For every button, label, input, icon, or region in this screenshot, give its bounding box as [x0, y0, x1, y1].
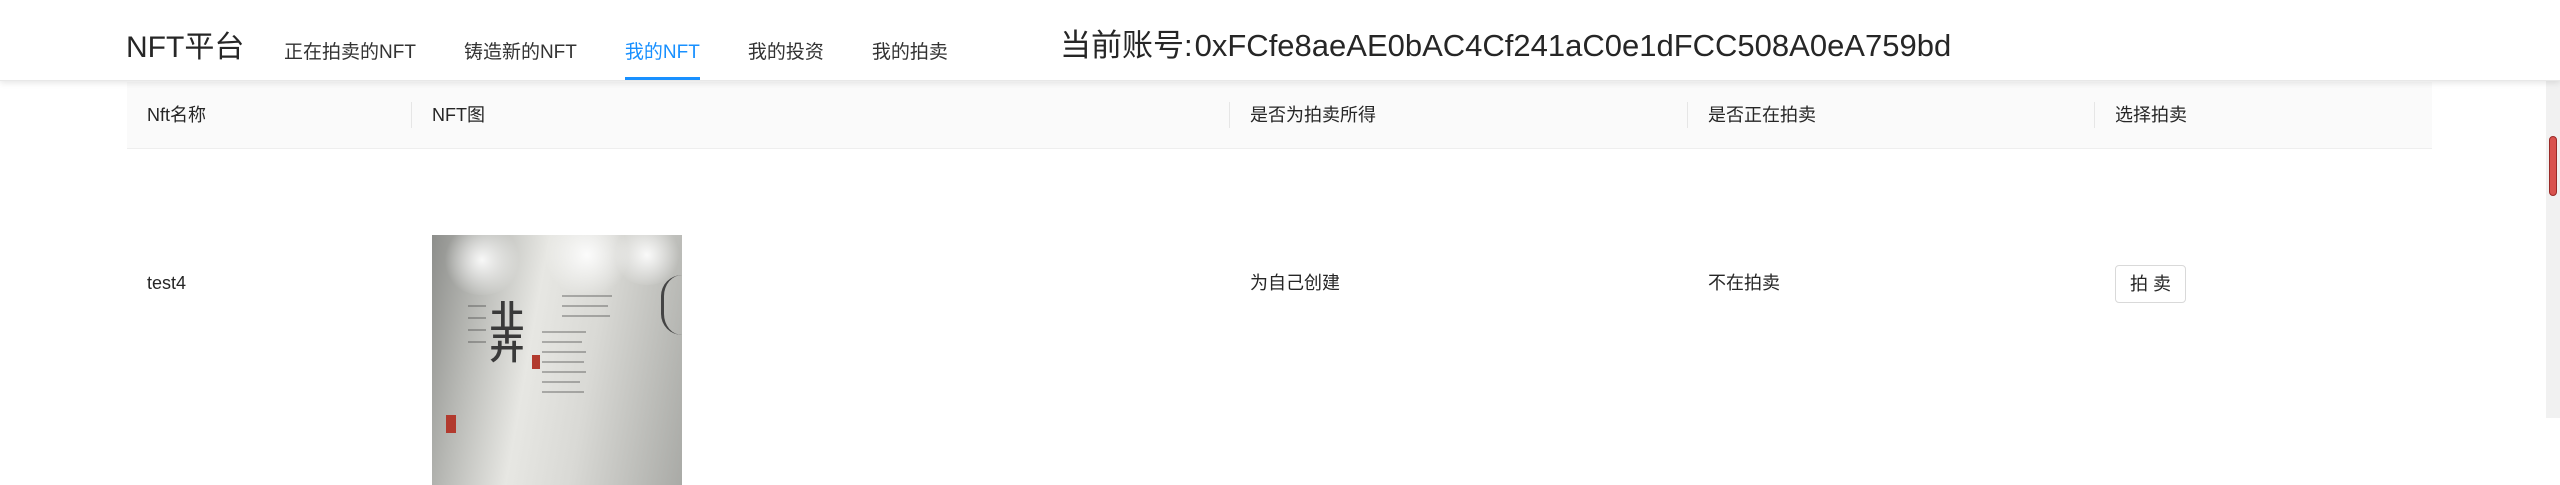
wall-text-line — [562, 295, 612, 297]
main-nav: 正在拍卖的NFT 铸造新的NFT 我的NFT 我的投资 我的拍卖 — [284, 0, 996, 80]
wall-text-line — [542, 361, 584, 363]
app-logo[interactable]: NFT平台 — [126, 22, 244, 66]
column-header-action: 选择拍卖 — [2095, 82, 2432, 148]
table-header: Nft名称 NFT图 是否为拍卖所得 是否正在拍卖 选择拍卖 — [127, 82, 2432, 149]
nft-table: Nft名称 NFT图 是否为拍卖所得 是否正在拍卖 选择拍卖 test4 㐀卉 — [127, 82, 2432, 485]
wall-text-line — [468, 341, 486, 343]
light-spot — [442, 235, 522, 295]
nav-my-nft[interactable]: 我的NFT — [624, 0, 700, 80]
wall-text-line — [542, 351, 586, 353]
nav-mint-nft[interactable]: 铸造新的NFT — [464, 0, 577, 80]
nav-my-auctions[interactable]: 我的拍卖 — [872, 0, 948, 80]
column-header-image: NFT图 — [412, 82, 1230, 148]
column-header-from-auction-label: 是否为拍卖所得 — [1250, 105, 1376, 125]
wall-text-line — [562, 315, 610, 317]
red-sign — [532, 355, 540, 369]
wall-text-line — [468, 317, 486, 319]
wall-edge — [661, 275, 682, 335]
wall-text-line — [542, 381, 580, 383]
wall-text-line — [542, 341, 582, 343]
account-label: 当前账号: — [1060, 28, 1193, 63]
page-scrollbar[interactable] — [2546, 80, 2560, 418]
table-row: test4 㐀卉 为自己创建 不在拍卖 拍 卖 — [127, 149, 2432, 485]
wall-text-line — [542, 371, 586, 373]
from-auction-value: 为自己创建 — [1250, 273, 1340, 293]
current-account: 当前账号:0xFCfe8aeAE0bAC4Cf241aC0e1dFCC508A0… — [1060, 20, 1951, 65]
column-header-name-label: Nft名称 — [147, 105, 207, 125]
wall-text-line — [468, 329, 486, 331]
column-header-from-auction: 是否为拍卖所得 — [1230, 82, 1688, 148]
wall-text-line — [542, 391, 584, 393]
column-header-on-auction-label: 是否正在拍卖 — [1708, 105, 1816, 125]
column-header-name: Nft名称 — [127, 82, 412, 148]
account-address: 0xFCfe8aeAE0bAC4Cf241aC0e1dFCC508A0eA759… — [1194, 28, 1952, 63]
nav-my-investments[interactable]: 我的投资 — [748, 0, 824, 80]
auction-button[interactable]: 拍 卖 — [2115, 265, 2187, 303]
nft-image[interactable]: 㐀卉 — [432, 235, 682, 485]
on-auction-value: 不在拍卖 — [1708, 273, 1780, 293]
nav-auctioning-nft[interactable]: 正在拍卖的NFT — [284, 0, 416, 80]
nft-name: test4 — [147, 273, 187, 293]
scrollbar-thumb[interactable] — [2549, 136, 2557, 196]
nft-image-cell: 㐀卉 — [412, 235, 1230, 485]
wall-text-line — [468, 305, 486, 307]
wall-text-line — [542, 331, 586, 333]
column-header-action-label: 选择拍卖 — [2115, 105, 2187, 125]
wall-text-line — [562, 305, 608, 307]
column-header-on-auction: 是否正在拍卖 — [1688, 82, 2095, 148]
top-header: NFT平台 正在拍卖的NFT 铸造新的NFT 我的NFT 我的投资 我的拍卖 当… — [0, 0, 2560, 81]
action-cell: 拍 卖 — [2095, 265, 2432, 303]
column-header-image-label: NFT图 — [432, 105, 485, 125]
wall-calligraphy: 㐀卉 — [490, 298, 524, 368]
